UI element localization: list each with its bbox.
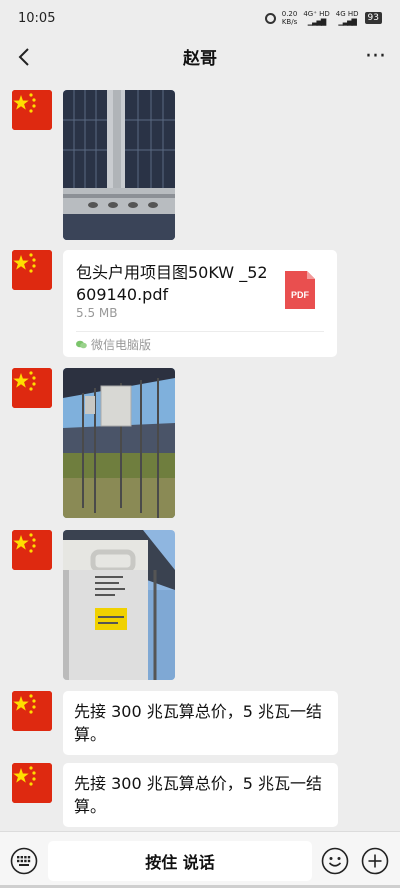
avatar[interactable] — [12, 691, 52, 731]
signal-4g-plus: 4G⁺ HD ▁▃▅▇ — [303, 10, 330, 26]
status-time: 10:05 — [18, 10, 56, 26]
avatar[interactable] — [12, 250, 52, 290]
chat-image[interactable] — [63, 530, 175, 680]
emoji-icon[interactable] — [321, 847, 349, 875]
net-speed: 0.20 KB/s — [281, 10, 298, 26]
message-image — [12, 530, 182, 680]
pdf-file-icon: PDF — [285, 271, 315, 309]
status-indicators: 0.20 KB/s 4G⁺ HD ▁▃▅▇ 4G HD ▁▃▅▇ 93 — [264, 10, 382, 26]
message-image — [12, 368, 182, 518]
divider — [76, 331, 324, 332]
avatar[interactable] — [12, 368, 52, 408]
alarm-icon — [264, 12, 276, 24]
chat-title: 赵哥 — [183, 48, 217, 69]
message-text: 先接 300 兆瓦算总价，5 兆瓦一结算。 — [12, 691, 342, 755]
avatar[interactable] — [12, 763, 52, 803]
file-card[interactable]: 包头户用项目图50KW _52609140.pdf 5.5 MB PDF 微信电… — [63, 250, 337, 357]
wechat-icon — [76, 340, 87, 349]
message-image — [12, 90, 182, 240]
file-source: 微信电脑版 — [76, 336, 151, 353]
svg-text:PDF: PDF — [291, 290, 310, 300]
file-size: 5.5 MB — [76, 306, 118, 320]
chat-header: 赵哥 ··· — [0, 36, 400, 76]
more-options-icon[interactable]: ··· — [365, 44, 386, 69]
signal-4g: 4G HD ▁▃▅▇ — [335, 10, 359, 26]
battery-indicator: 93 — [364, 12, 382, 24]
avatar[interactable] — [12, 90, 52, 130]
chat-image[interactable] — [63, 90, 175, 240]
message-file: 包头户用项目图50KW _52609140.pdf 5.5 MB PDF 微信电… — [12, 250, 342, 357]
plus-icon[interactable] — [361, 847, 389, 875]
message-text: 先接 300 兆瓦算总价，5 兆瓦一结算。 — [12, 763, 342, 827]
chat-input-bar: 按住 说话 — [0, 831, 400, 888]
status-bar: 10:05 0.20 KB/s 4G⁺ HD ▁▃▅▇ 4G HD ▁▃▅▇ 9… — [0, 0, 400, 36]
hold-to-talk-button[interactable]: 按住 说话 — [48, 841, 312, 881]
back-arrow-icon[interactable] — [14, 46, 36, 68]
message-bubble[interactable]: 先接 300 兆瓦算总价，5 兆瓦一结算。 — [63, 763, 338, 827]
avatar[interactable] — [12, 530, 52, 570]
keyboard-icon[interactable] — [10, 847, 38, 875]
chat-image[interactable] — [63, 368, 175, 518]
file-name: 包头户用项目图50KW _52609140.pdf — [76, 263, 268, 304]
message-bubble[interactable]: 先接 300 兆瓦算总价，5 兆瓦一结算。 — [63, 691, 338, 755]
